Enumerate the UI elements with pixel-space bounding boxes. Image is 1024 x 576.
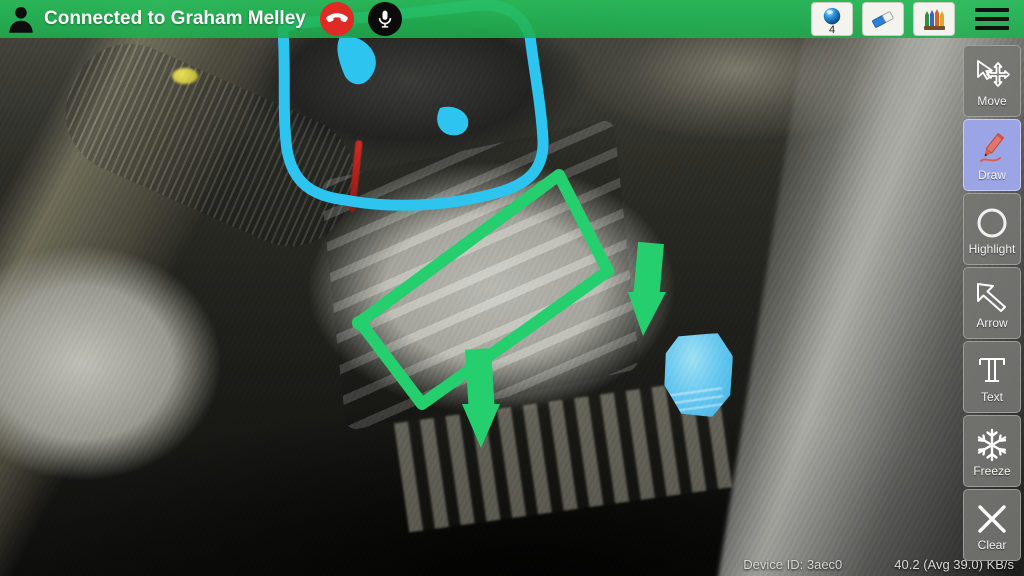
pen-size-value: 4 — [828, 24, 836, 36]
hamburger-menu-button[interactable] — [964, 0, 1020, 38]
tool-move[interactable]: Move — [963, 45, 1021, 117]
remote-assist-screen: Connected to Graham Melley 4 Move Draw H… — [0, 0, 1024, 576]
snowflake-icon — [974, 424, 1010, 466]
eraser-icon — [872, 11, 894, 28]
session-topbar: Connected to Graham Melley 4 — [0, 0, 1024, 38]
tool-text-label: Text — [980, 390, 1003, 404]
photo-grain — [0, 0, 1024, 576]
pencil-icon — [973, 128, 1011, 170]
person-avatar-icon — [9, 7, 33, 33]
annotation-tool-rail: Move Draw Highlight Arrow Text Freeze Cl… — [963, 45, 1021, 561]
remote-video-feed[interactable] — [0, 0, 1024, 576]
arrow-up-left-icon — [974, 276, 1010, 318]
circle-ring-icon — [975, 202, 1009, 244]
hangup-button[interactable] — [319, 2, 354, 36]
hamburger-bar — [975, 8, 1009, 12]
tool-text[interactable]: Text — [963, 341, 1021, 413]
pen-size-button[interactable]: 4 — [811, 2, 853, 36]
hamburger-bar — [975, 17, 1009, 21]
tool-clear-label: Clear — [977, 538, 1007, 552]
tool-draw-label: Draw — [977, 168, 1006, 182]
color-picker-button[interactable] — [913, 2, 955, 36]
move-arrows-icon — [973, 54, 1011, 96]
eraser-button[interactable] — [862, 2, 904, 36]
tool-move-label: Move — [977, 94, 1007, 108]
crayons-icon — [924, 9, 945, 30]
connection-status-text: Connected to Graham Melley — [44, 8, 306, 29]
tool-arrow-label: Arrow — [976, 316, 1008, 330]
tool-draw[interactable]: Draw — [963, 119, 1021, 191]
hamburger-bar — [975, 26, 1009, 30]
text-t-icon — [976, 350, 1008, 392]
microphone-icon — [378, 10, 392, 28]
tool-highlight-label: Highlight — [968, 242, 1016, 256]
tool-clear[interactable]: Clear — [963, 489, 1021, 561]
tool-freeze[interactable]: Freeze — [963, 415, 1021, 487]
tool-highlight[interactable]: Highlight — [963, 193, 1021, 265]
tool-arrow[interactable]: Arrow — [963, 267, 1021, 339]
hangup-phone-icon — [326, 13, 348, 23]
tool-freeze-label: Freeze — [973, 464, 1011, 478]
x-cross-icon — [975, 498, 1009, 540]
microphone-button[interactable] — [367, 2, 402, 36]
